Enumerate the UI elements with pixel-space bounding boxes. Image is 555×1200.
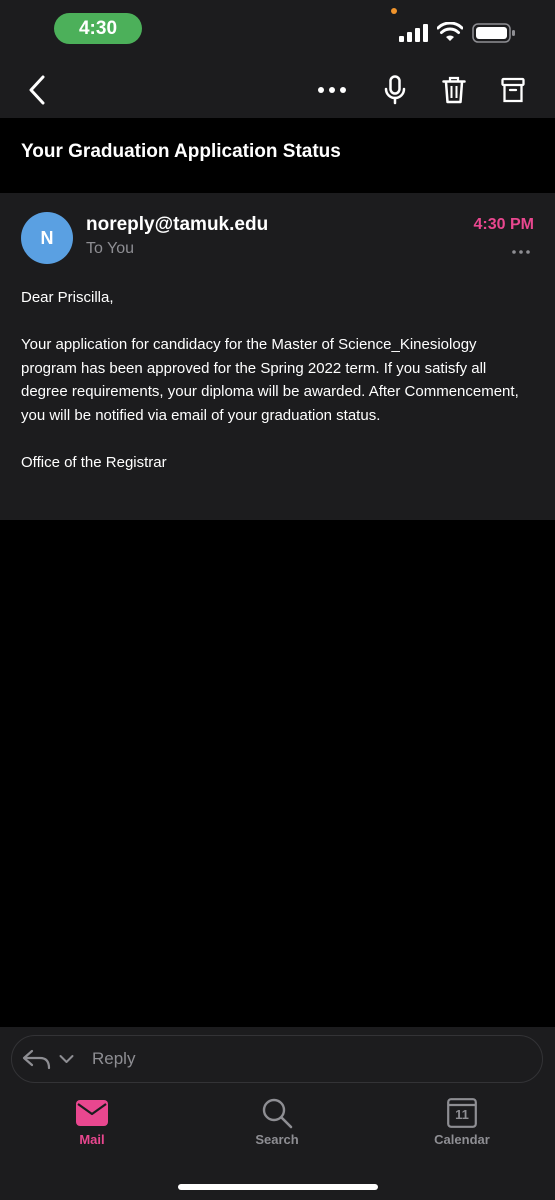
reply-arrow-icon[interactable] [22, 1048, 52, 1070]
delete-button[interactable] [439, 72, 469, 108]
message-more-icon[interactable] [512, 250, 530, 254]
calendar-date-badge: 11 [455, 1107, 469, 1122]
email-subject: Your Graduation Application Status [21, 141, 341, 162]
tab-calendar-label: Calendar [434, 1132, 490, 1147]
chevron-down-icon[interactable] [59, 1054, 74, 1064]
archive-button[interactable] [498, 72, 528, 108]
tab-calendar[interactable]: 11 Calendar [407, 1098, 517, 1147]
archive-icon [501, 77, 525, 103]
cellular-signal-icon [399, 24, 428, 42]
reply-field[interactable] [11, 1035, 543, 1083]
tab-search-label: Search [255, 1132, 299, 1147]
calendar-icon: 11 [447, 1098, 477, 1128]
mail-icon [76, 1100, 108, 1126]
microphone-icon [384, 75, 406, 105]
body-signature: Office of the Registrar [21, 453, 167, 471]
more-horizontal-icon [318, 87, 346, 93]
tab-search[interactable]: Search [222, 1098, 332, 1147]
status-time: 4:30 [54, 13, 142, 44]
recipient-label[interactable]: To You [86, 240, 134, 258]
body-greeting: Dear Priscilla, [21, 289, 114, 306]
back-button[interactable] [22, 72, 52, 108]
tab-mail[interactable]: Mail [37, 1100, 147, 1147]
body-paragraph: Your application for candidacy for the M… [21, 336, 519, 424]
sender-address[interactable]: noreply@tamuk.edu [86, 214, 268, 236]
mic-indicator-dot [391, 8, 397, 14]
sender-avatar[interactable]: N [21, 212, 73, 264]
tab-mail-label: Mail [79, 1132, 105, 1147]
dictate-button[interactable] [380, 72, 410, 108]
home-indicator [178, 1184, 378, 1190]
search-icon [262, 1098, 293, 1129]
wifi-icon [437, 22, 463, 41]
more-button[interactable] [314, 72, 350, 108]
message-time: 4:30 PM [473, 216, 534, 233]
message-toolbar [0, 60, 555, 118]
message-body: Dear Priscilla, Your application for can… [21, 286, 536, 474]
battery-icon [472, 23, 515, 43]
back-chevron-icon [29, 75, 45, 105]
trash-icon [442, 76, 466, 104]
reply-placeholder[interactable]: Reply [92, 1049, 135, 1069]
